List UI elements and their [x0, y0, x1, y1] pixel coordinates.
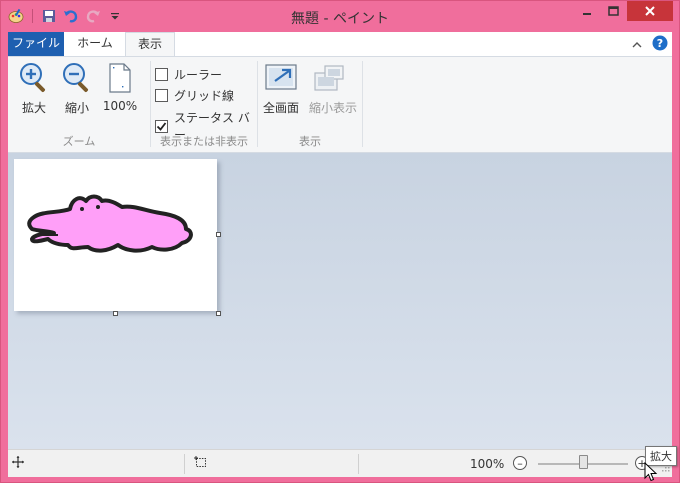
display-group-label: 表示 [299, 135, 321, 148]
actual-size-label: 100% [102, 99, 138, 113]
selection-size-icon [194, 456, 207, 471]
maximize-button[interactable] [600, 1, 627, 21]
cursor-position-cell [12, 450, 24, 477]
show-hide-group-label: 表示または非表示 [160, 135, 248, 148]
tab-view[interactable]: 表示 [125, 32, 175, 57]
show-hide-group: ルーラー グリッド線 ステータス バー 表示または非表示 [151, 57, 257, 153]
gridlines-label: グリッド線 [174, 89, 235, 103]
ribbon-help-area: ? [632, 35, 668, 54]
svg-text:?: ? [657, 37, 663, 50]
resize-handle-corner[interactable] [216, 311, 221, 316]
tab-file[interactable]: ファイル [8, 32, 64, 56]
collapse-ribbon-icon[interactable] [632, 38, 642, 52]
thumbnail-button[interactable]: 縮小表示 [309, 62, 358, 116]
actual-size-button[interactable]: 100% [100, 62, 140, 113]
pink-creature-drawing [27, 194, 193, 253]
zoom-in-button[interactable]: 拡大 [14, 62, 54, 116]
zoom-slider-thumb[interactable] [579, 455, 588, 469]
close-button[interactable] [627, 1, 673, 21]
tab-home[interactable]: ホーム [65, 32, 125, 56]
ruler-label: ルーラー [174, 68, 223, 82]
help-icon[interactable]: ? [652, 35, 668, 54]
title-bar: 無題 - ペイント [1, 1, 679, 32]
ruler-checkbox[interactable]: ルーラー [155, 66, 222, 83]
thumbnail-label: 縮小表示 [309, 101, 358, 115]
zoom-group-label: ズーム [62, 135, 96, 148]
zoom-group: 拡大 縮小 100% ズーム [8, 57, 150, 153]
mouse-cursor-icon [644, 461, 658, 485]
resize-handle-bottom[interactable] [113, 311, 118, 316]
zoom-out-status-button[interactable]: – [513, 456, 527, 470]
status-separator [184, 454, 185, 474]
minimize-button[interactable] [573, 1, 600, 21]
selection-size-cell [194, 450, 207, 477]
zoom-in-icon [18, 62, 50, 94]
ribbon-tabs: ファイル ホーム 表示 ? [8, 32, 672, 57]
canvas-workspace [8, 153, 672, 449]
display-group: 全画面 縮小表示 表示 [258, 57, 362, 153]
ribbon-view-panel: 拡大 縮小 100% ズーム ルーラー グリッド線 ステータス バー 表示または… [8, 56, 672, 153]
drawing-canvas[interactable] [14, 159, 221, 316]
gridlines-checkbox[interactable]: グリッド線 [155, 87, 234, 104]
status-separator [358, 454, 359, 474]
fullscreen-icon [265, 62, 297, 94]
zoom-level-text: 100% [470, 457, 505, 471]
statusbar-checkbox-box[interactable] [155, 119, 168, 133]
cursor-position-icon [12, 456, 24, 471]
thumbnail-icon [313, 62, 345, 94]
resize-handle-right[interactable] [216, 232, 221, 237]
window-controls [573, 1, 673, 21]
zoom-out-icon [61, 62, 93, 94]
zoom-out-label: 縮小 [64, 101, 89, 115]
fullscreen-button[interactable]: 全画面 [261, 62, 301, 116]
paint-window: 無題 - ペイント ファイル ホーム 表示 ? 拡大 縮小 100% ズーム ル… [0, 0, 680, 483]
actual-size-icon [104, 62, 136, 94]
zoom-in-label: 拡大 [21, 101, 46, 115]
zoom-out-button[interactable]: 縮小 [57, 62, 97, 116]
fullscreen-label: 全画面 [262, 101, 299, 115]
group-separator [362, 61, 363, 147]
status-bar: 100% – + [8, 449, 672, 477]
gridlines-checkbox-box[interactable] [155, 89, 168, 102]
ruler-checkbox-box[interactable] [155, 68, 168, 81]
